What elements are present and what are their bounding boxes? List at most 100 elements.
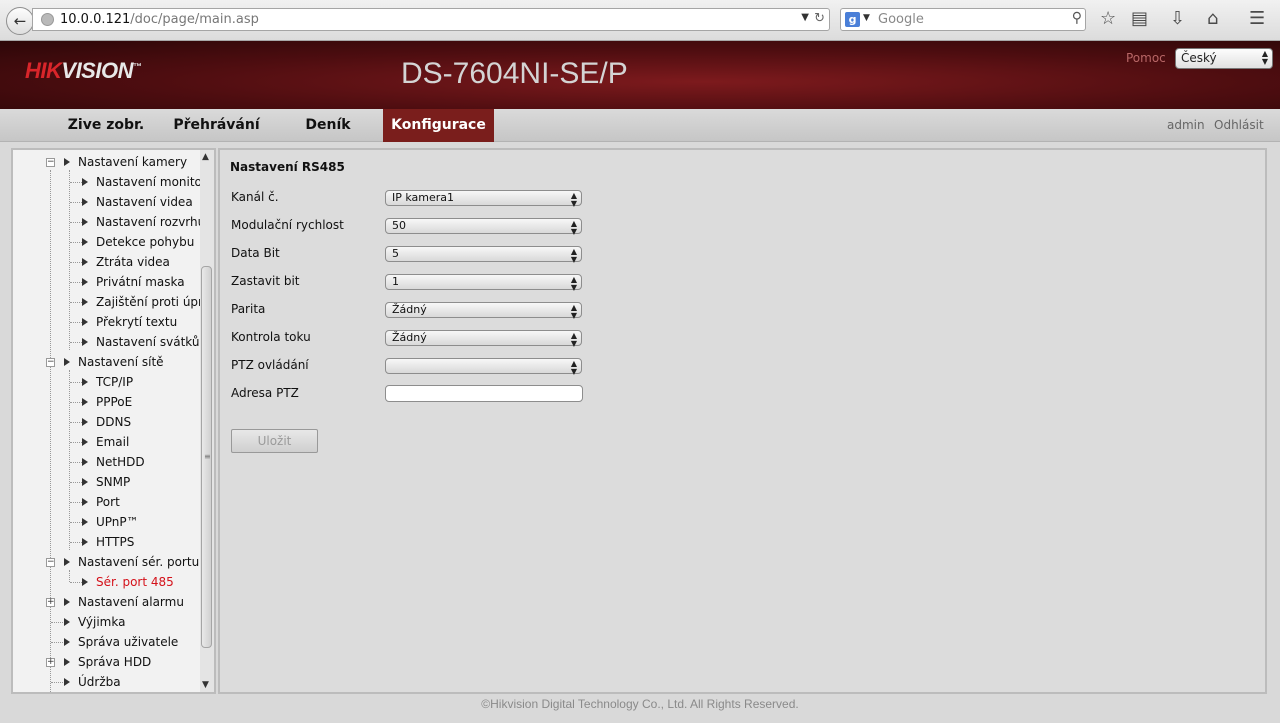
tree-connector [70, 382, 82, 383]
tree-connector [50, 170, 51, 692]
parity-value: Žádný [392, 303, 427, 316]
tree-connector [70, 342, 82, 343]
scroll-down-icon[interactable]: ▼ [202, 680, 209, 690]
home-icon[interactable]: ⌂ [1207, 9, 1218, 29]
parity-label: Parita [231, 302, 266, 316]
ptz-protocol-label: PTZ ovládání [231, 358, 309, 372]
stop-bit-select[interactable]: 1 ▲ ▼ [385, 274, 582, 292]
logout-link[interactable]: Odhlásit [1214, 118, 1264, 132]
main-nav: Zive zobr. Přehrávání Deník Konfigurace … [0, 109, 1280, 142]
expand-icon[interactable]: + [46, 658, 55, 667]
url-path: /doc/page/main.asp [130, 12, 259, 27]
copyright-footer: ©Hikvision Digital Technology Co., Ltd. … [481, 697, 799, 711]
language-select[interactable]: Český ▲ ▼ [1175, 48, 1273, 69]
search-engine-dropdown-icon[interactable]: ▼ [863, 13, 870, 23]
tree-connector [69, 370, 70, 550]
app-header: HIKVISION™ DS-7604NI-SE/P Pomoc Český ▲ ▼ [0, 41, 1280, 109]
ptz-protocol-select[interactable]: ▲ ▼ [385, 358, 582, 376]
ptz-address-label: Adresa PTZ [231, 386, 299, 400]
menu-icon[interactable]: ☰ [1249, 9, 1265, 29]
data-bit-select[interactable]: 5 ▲ ▼ [385, 246, 582, 264]
hikvision-logo: HIKVISION™ [25, 58, 142, 83]
channel-label: Kanál č. [231, 190, 279, 204]
expand-icon[interactable]: + [46, 598, 55, 607]
select-arrows-icon: ▲ ▼ [570, 331, 577, 348]
stop-bit-label: Zastavit bit [231, 274, 300, 288]
flow-control-select[interactable]: Žádný ▲ ▼ [385, 330, 582, 348]
select-arrows-icon: ▲ ▼ [570, 191, 577, 208]
tab-playback[interactable]: Přehrávání [164, 109, 269, 142]
device-model-title: DS-7604NI-SE/P [401, 57, 628, 90]
collapse-icon[interactable]: − [46, 158, 55, 167]
url-bar[interactable]: 10.0.0.121/doc/page/main.asp ▼ ↻ [32, 8, 830, 31]
baud-rate-select[interactable]: 50 ▲ ▼ [385, 218, 582, 236]
channel-value: IP kamera1 [392, 191, 455, 204]
tree-connector [70, 202, 82, 203]
tree-connector [70, 542, 82, 543]
select-arrows-icon: ▲ ▼ [570, 219, 577, 236]
tree-connector [70, 462, 82, 463]
search-bar[interactable]: g ▼ Google ⚲ [840, 8, 1086, 31]
tree-connector [70, 242, 82, 243]
tree-connector [69, 170, 70, 350]
collapse-icon[interactable]: − [46, 558, 55, 567]
tree-connector [70, 402, 82, 403]
tree-scrollbar[interactable]: ▲ ≡ ▼ [200, 150, 214, 692]
language-value: Český [1181, 51, 1217, 65]
ptz-address-input[interactable] [385, 385, 583, 402]
current-user: admin [1167, 118, 1205, 132]
magnifier-icon[interactable]: ⚲ [1072, 10, 1082, 26]
select-arrows-icon: ▲ ▼ [1261, 49, 1268, 66]
collapse-icon[interactable]: − [46, 358, 55, 367]
flow-control-label: Kontrola toku [231, 330, 311, 344]
channel-select[interactable]: IP kamera1 ▲ ▼ [385, 190, 582, 208]
tree-connector [51, 682, 63, 683]
scroll-up-icon[interactable]: ▲ [202, 152, 209, 162]
help-link[interactable]: Pomoc [1126, 51, 1166, 65]
baud-rate-label: Modulační rychlost [231, 218, 344, 232]
tree-connector [70, 502, 82, 503]
baud-rate-value: 50 [392, 219, 406, 232]
bookmark-star-icon[interactable]: ☆ [1100, 9, 1116, 29]
select-arrows-icon: ▲ ▼ [570, 303, 577, 320]
tab-log[interactable]: Deník [292, 109, 364, 142]
save-button[interactable]: Uložit [231, 429, 318, 453]
tree-connector [70, 262, 82, 263]
tree-connector [51, 642, 63, 643]
tree-connector [69, 570, 70, 582]
data-bit-label: Data Bit [231, 246, 280, 260]
select-arrows-icon: ▲ ▼ [570, 275, 577, 292]
parity-select[interactable]: Žádný ▲ ▼ [385, 302, 582, 320]
tree-connector [70, 582, 82, 583]
tree-connector [70, 302, 82, 303]
tree-connector [70, 482, 82, 483]
url-text[interactable]: 10.0.0.121/doc/page/main.asp [60, 12, 259, 27]
download-icon[interactable]: ⇩ [1170, 9, 1185, 29]
browser-toolbar: ← 10.0.0.121/doc/page/main.asp ▼ ↻ g ▼ G… [0, 0, 1280, 41]
tree-connector [51, 622, 63, 623]
flow-control-value: Žádný [392, 331, 427, 344]
search-input[interactable]: Google [878, 12, 924, 27]
tree-connector [70, 282, 82, 283]
rs485-settings-panel: Nastavení RS485 Kanál č. IP kamera1 ▲ ▼ Mo… [218, 148, 1267, 694]
tab-configuration[interactable]: Konfigurace [383, 109, 494, 142]
tab-live-view[interactable]: Zive zobr. [60, 109, 152, 142]
stop-bit-value: 1 [392, 275, 399, 288]
site-identity-icon[interactable] [41, 13, 54, 26]
tree-connector [70, 182, 82, 183]
url-host: 10.0.0.121 [60, 12, 131, 27]
search-engine-icon[interactable]: g [845, 12, 860, 27]
tree-connector [70, 522, 82, 523]
back-arrow-icon[interactable]: ← [6, 7, 34, 35]
scrollbar-thumb[interactable]: ≡ [201, 266, 212, 648]
grip-icon: ≡ [204, 452, 211, 461]
select-arrows-icon: ▲ ▼ [570, 359, 577, 376]
bookmarks-list-icon[interactable]: ▤ [1131, 9, 1148, 29]
section-title: Nastavení RS485 [230, 160, 345, 174]
history-dropdown-icon[interactable]: ▼ [801, 12, 809, 23]
tree-connector [70, 222, 82, 223]
data-bit-value: 5 [392, 247, 399, 260]
tree-connector [70, 422, 82, 423]
select-arrows-icon: ▲ ▼ [570, 247, 577, 264]
reload-icon[interactable]: ↻ [814, 11, 825, 26]
